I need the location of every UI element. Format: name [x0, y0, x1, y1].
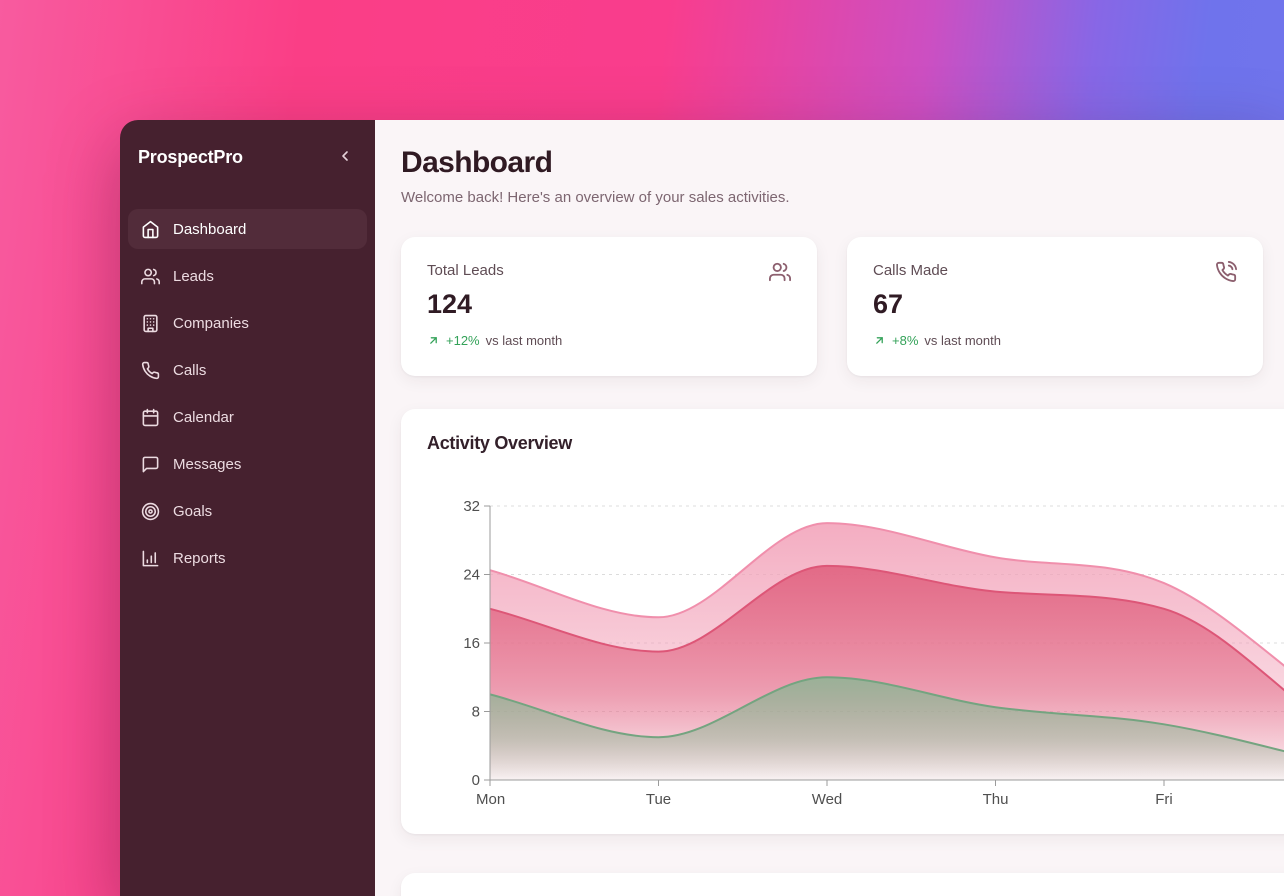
- sidebar-item-messages[interactable]: Messages: [128, 444, 367, 484]
- stat-trend: +8% vs last month: [873, 333, 1237, 348]
- stat-value: 67: [873, 289, 1237, 320]
- sidebar-item-label: Goals: [173, 503, 212, 520]
- page-subtitle: Welcome back! Here's an overview of your…: [401, 189, 1284, 206]
- svg-text:Mon: Mon: [476, 791, 505, 808]
- sidebar-item-reports[interactable]: Reports: [128, 538, 367, 578]
- sidebar-item-label: Leads: [173, 268, 214, 285]
- users-icon: [141, 267, 160, 286]
- stat-change: +12%: [446, 333, 480, 348]
- sidebar-item-leads[interactable]: Leads: [128, 256, 367, 296]
- sidebar-item-companies[interactable]: Companies: [128, 303, 367, 343]
- svg-text:8: 8: [472, 704, 480, 721]
- sidebar-item-dashboard[interactable]: Dashboard: [128, 209, 367, 249]
- sidebar-item-calendar[interactable]: Calendar: [128, 397, 367, 437]
- svg-text:Fri: Fri: [1155, 791, 1173, 808]
- calendar-icon: [141, 408, 160, 427]
- sidebar-item-label: Calendar: [173, 409, 234, 426]
- stat-change: +8%: [892, 333, 918, 348]
- svg-text:Tue: Tue: [646, 791, 671, 808]
- main-content: Dashboard Welcome back! Here's an overvi…: [375, 120, 1284, 896]
- sidebar-item-label: Companies: [173, 315, 249, 332]
- sidebar-nav: Dashboard Leads Companies Calls Calendar…: [120, 209, 375, 585]
- next-section-card: [401, 873, 1284, 896]
- stat-trend: +12% vs last month: [427, 333, 791, 348]
- stat-label: Total Leads: [427, 262, 791, 279]
- svg-text:24: 24: [463, 567, 480, 584]
- page-title: Dashboard: [401, 146, 1284, 180]
- sidebar-item-label: Dashboard: [173, 221, 246, 238]
- sidebar-item-label: Calls: [173, 362, 206, 379]
- stats-row: Total Leads 124 +12% vs last month Calls…: [401, 237, 1284, 376]
- stat-card-calls-made: Calls Made 67 +8% vs last month: [847, 237, 1263, 376]
- sidebar-collapse-button[interactable]: [335, 146, 355, 169]
- stat-value: 124: [427, 289, 791, 320]
- chevron-left-icon: [337, 148, 353, 167]
- sidebar-item-goals[interactable]: Goals: [128, 491, 367, 531]
- svg-text:Thu: Thu: [983, 791, 1009, 808]
- phone-icon: [141, 361, 160, 380]
- sidebar-item-calls[interactable]: Calls: [128, 350, 367, 390]
- target-icon: [141, 502, 160, 521]
- sidebar-item-label: Messages: [173, 456, 241, 473]
- svg-text:Wed: Wed: [812, 791, 843, 808]
- activity-overview-card: Activity Overview 08162432MonTueWedThuFr…: [401, 409, 1284, 834]
- activity-area-chart: 0 8 16 24 32 Mon Tue Wed Thu Fri: [401, 409, 1284, 834]
- home-icon: [141, 220, 160, 239]
- bar-chart-icon: [141, 549, 160, 568]
- message-square-icon: [141, 455, 160, 474]
- building-icon: [141, 314, 160, 333]
- svg-text:32: 32: [463, 498, 480, 515]
- sidebar-header: ProspectPro: [120, 120, 375, 169]
- trend-up-icon: [427, 334, 440, 347]
- trend-up-icon: [873, 334, 886, 347]
- stat-card-total-leads: Total Leads 124 +12% vs last month: [401, 237, 817, 376]
- app-window: ProspectPro Dashboard Leads Companies: [120, 120, 1284, 896]
- stat-label: Calls Made: [873, 262, 1237, 279]
- sidebar: ProspectPro Dashboard Leads Companies: [120, 120, 375, 896]
- users-icon: [769, 261, 791, 283]
- stat-change-note: vs last month: [924, 333, 1001, 348]
- svg-text:0: 0: [472, 772, 480, 789]
- phone-call-icon: [1215, 261, 1237, 283]
- sidebar-item-label: Reports: [173, 550, 226, 567]
- svg-text:16: 16: [463, 635, 480, 652]
- app-logo-text: ProspectPro: [138, 147, 243, 168]
- stat-change-note: vs last month: [486, 333, 563, 348]
